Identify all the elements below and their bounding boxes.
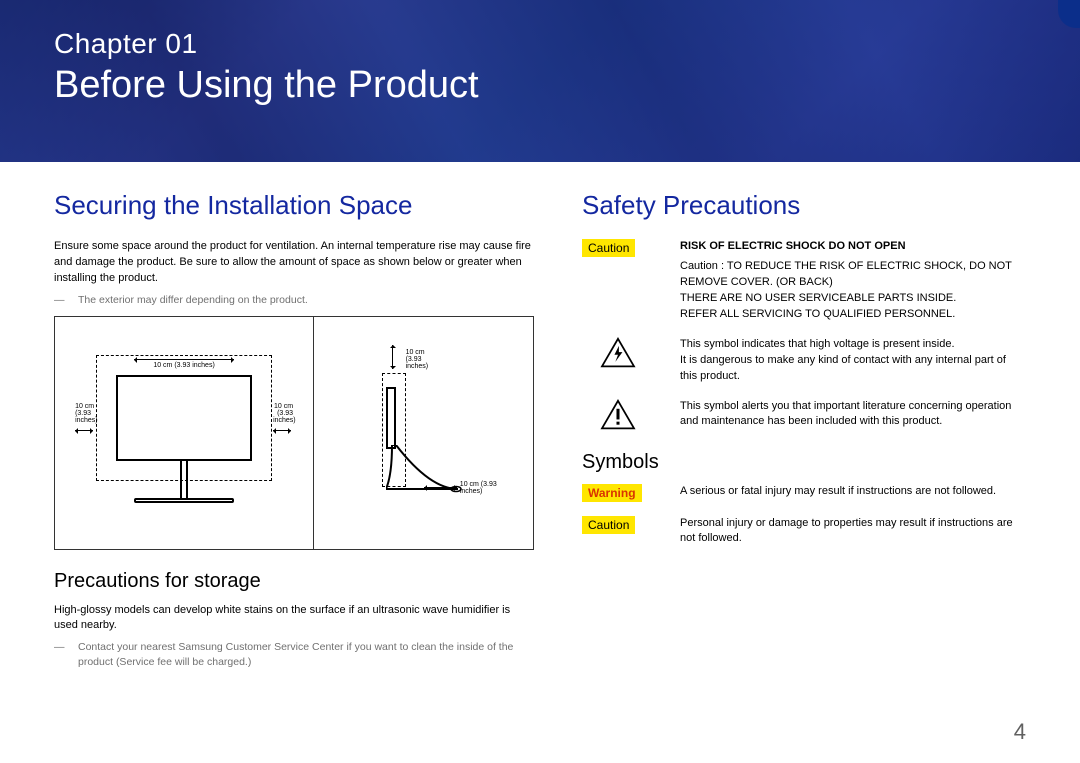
right-column: Safety Precautions Caution RISK OF ELECT… [582, 190, 1026, 676]
risk-title: RISK OF ELECTRIC SHOCK DO NOT OPEN [680, 239, 1026, 255]
symbols-row-warning: Warning A serious or fatal injury may re… [582, 484, 1026, 502]
storage-body: High-glossy models can develop white sta… [54, 603, 534, 635]
safety-row-lightning: This symbol indicates that high voltage … [582, 337, 1026, 385]
symbols-row-caution: Caution Personal injury or damage to pro… [582, 516, 1026, 548]
dim-top-label: 10 cm (3.93 inches) [134, 362, 234, 369]
safety-row-exclaim: This symbol alerts you that important li… [582, 399, 1026, 431]
diagram-side-view: 10 cm (3.93 inches) 10 cm (3.93 inches) [313, 317, 533, 549]
caution2-label: Caution [582, 516, 635, 534]
storage-note: Contact your nearest Samsung Customer Se… [54, 640, 534, 669]
section-title-safety: Safety Precautions [582, 190, 1026, 221]
installation-intro: Ensure some space around the product for… [54, 239, 534, 287]
exclaim-text: This symbol alerts you that important li… [680, 399, 1026, 431]
page-number: 4 [1014, 719, 1026, 745]
subsection-title-symbols: Symbols [582, 451, 1026, 474]
caution-label: Caution [582, 239, 635, 257]
side-dim-bottom-label: 10 cm (3.93 inches) [460, 481, 514, 495]
installation-note: The exterior may differ depending on the… [54, 293, 534, 308]
banner-corner-decoration [1058, 0, 1080, 28]
chapter-title: Before Using the Product [54, 64, 1026, 107]
caution-text: Personal injury or damage to properties … [680, 516, 1026, 548]
warning-text: A serious or fatal injury may result if … [680, 484, 1026, 500]
exclamation-icon [600, 399, 636, 431]
lightning-text: This symbol indicates that high voltage … [680, 337, 1026, 385]
safety-row-caution: Caution RISK OF ELECTRIC SHOCK DO NOT OP… [582, 239, 1026, 323]
page-content: Securing the Installation Space Ensure s… [0, 162, 1080, 676]
clearance-diagram: 10 cm (3.93 inches) 10 cm (3.93 inches) … [54, 316, 534, 550]
chapter-banner: Chapter 01 Before Using the Product [0, 0, 1080, 162]
diagram-front-view: 10 cm (3.93 inches) 10 cm (3.93 inches) … [55, 317, 313, 549]
left-column: Securing the Installation Space Ensure s… [54, 190, 534, 676]
section-title-installation: Securing the Installation Space [54, 190, 534, 221]
risk-body: Caution : TO REDUCE THE RISK OF ELECTRIC… [680, 259, 1026, 323]
subsection-title-storage: Precautions for storage [54, 570, 534, 593]
warning-label: Warning [582, 484, 642, 502]
dim-left-label: 10 cm (3.93 inches) [75, 403, 95, 424]
side-dim-top-label: 10 cm (3.93 inches) [406, 349, 429, 370]
high-voltage-icon [600, 337, 636, 369]
dim-right-label: 10 cm (3.93 inches) [273, 403, 293, 424]
chapter-number: Chapter 01 [54, 28, 1026, 60]
